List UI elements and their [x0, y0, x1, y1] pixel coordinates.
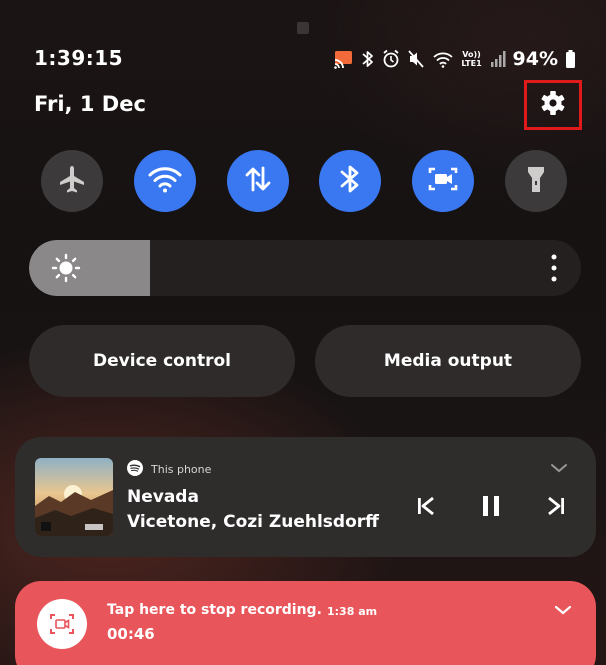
flashlight-toggle[interactable]	[505, 150, 567, 212]
screen-record-icon	[37, 599, 87, 649]
track-artist: Vicetone, Cozi Zuehlsdorff	[127, 512, 379, 532]
chevron-down-icon[interactable]	[550, 459, 568, 478]
device-control-button[interactable]: Device control	[29, 325, 295, 397]
status-time: 1:39:15	[34, 46, 124, 70]
media-output-label: Media output	[383, 351, 513, 371]
camera-cutout	[297, 22, 309, 34]
next-icon	[545, 495, 567, 521]
alarm-icon	[382, 48, 400, 70]
chevron-down-icon[interactable]	[554, 601, 572, 620]
screen-recorder-toggle[interactable]	[412, 150, 474, 212]
battery-percent: 94%	[512, 48, 558, 70]
wifi-icon	[147, 164, 183, 198]
mute-icon	[407, 48, 425, 70]
cast-icon	[332, 48, 354, 70]
next-button[interactable]	[542, 494, 570, 522]
screen-record-icon	[427, 165, 459, 197]
previous-icon	[415, 495, 437, 521]
recording-duration: 00:46	[107, 625, 155, 643]
flashlight-icon	[525, 163, 547, 199]
airplane-mode-toggle[interactable]	[41, 150, 103, 212]
brightness-level-fill[interactable]	[29, 240, 151, 296]
data-arrows-icon	[243, 164, 273, 198]
network-label: Vo)) LTE1	[461, 50, 482, 68]
album-art[interactable]	[35, 458, 113, 536]
gear-icon	[540, 90, 566, 120]
wifi-icon	[432, 48, 454, 70]
recording-time: 1:38 am	[327, 605, 378, 618]
brightness-slider[interactable]	[29, 240, 581, 296]
wifi-toggle[interactable]	[134, 150, 196, 212]
pause-icon	[480, 494, 502, 522]
mobile-data-toggle[interactable]	[227, 150, 289, 212]
bluetooth-toggle[interactable]	[319, 150, 381, 212]
battery-icon	[565, 48, 576, 70]
settings-button[interactable]	[524, 80, 582, 130]
media-source: This phone	[127, 460, 211, 479]
signal-icon	[490, 48, 506, 70]
device-control-label: Device control	[93, 351, 231, 371]
spotify-icon	[127, 460, 143, 479]
previous-button[interactable]	[412, 494, 440, 522]
media-source-label: This phone	[151, 463, 212, 476]
status-icons: Vo)) LTE1 94%	[332, 46, 576, 72]
track-title: Nevada	[127, 487, 199, 507]
more-vertical-icon[interactable]	[551, 253, 557, 287]
media-player-card[interactable]: This phone Nevada Vicetone, Cozi Zuehlsd…	[15, 437, 596, 557]
bluetooth-icon	[338, 163, 362, 199]
airplane-icon	[57, 164, 87, 198]
recording-notification[interactable]: Tap here to stop recording. 1:38 am 00:4…	[15, 581, 596, 665]
bluetooth-icon	[361, 48, 375, 70]
recording-title: Tap here to stop recording.	[107, 602, 322, 618]
media-output-button[interactable]: Media output	[315, 325, 581, 397]
pause-button[interactable]	[477, 494, 505, 522]
date-label: Fri, 1 Dec	[34, 92, 146, 116]
sun-icon	[51, 253, 81, 287]
